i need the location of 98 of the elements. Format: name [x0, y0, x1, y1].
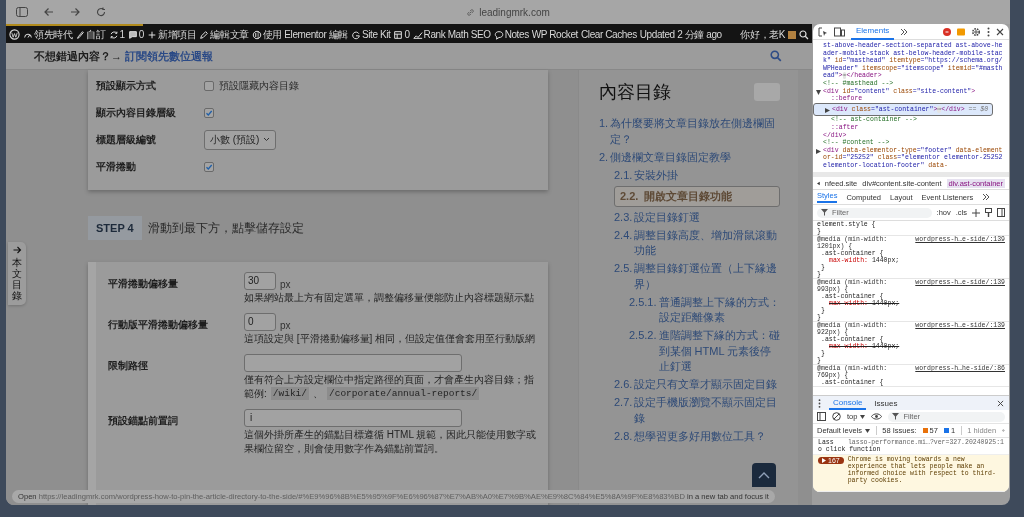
- sidebar-toggle-icon[interactable]: [997, 208, 1005, 217]
- disclosure-icon[interactable]: [816, 148, 821, 154]
- clear-icon[interactable]: [832, 412, 841, 421]
- setting-label: 標題層級編號: [96, 132, 157, 147]
- more-icon[interactable]: [987, 26, 990, 37]
- admin-bar-item[interactable]: 新增項目: [146, 27, 197, 42]
- option-label: 預設錨點前置詞: [108, 414, 179, 428]
- admin-bar-item[interactable]: 編輯文章: [199, 27, 249, 42]
- help-text: 如果網站最上方有固定選單，調整偏移量便能防止內容標題顯示點: [244, 291, 534, 304]
- back-to-top-button[interactable]: [752, 463, 776, 487]
- code-snippet: /wiki/: [270, 387, 309, 400]
- expand-triangle-icon: [822, 458, 826, 463]
- number-field[interactable]: 30: [244, 272, 276, 290]
- admin-bar-item[interactable]: Rank Math SEO: [412, 29, 491, 40]
- eye-icon[interactable]: [871, 413, 883, 420]
- error-icon[interactable]: [943, 27, 951, 36]
- caret-icon: [263, 137, 271, 142]
- admin-bar-item[interactable]: 領先時代: [23, 27, 73, 42]
- disclosure-icon[interactable]: [825, 108, 830, 114]
- more-icon[interactable]: [818, 398, 821, 408]
- checkbox-label: 預設隱藏內容目錄: [219, 78, 299, 93]
- help-text: 僅有符合上方設定欄位中指定路徑的頁面，才會產生內容目錄；指: [244, 373, 534, 386]
- sidebar-icon[interactable]: [817, 412, 826, 421]
- arc-icon: [350, 29, 361, 40]
- input-field[interactable]: [244, 354, 462, 372]
- setting-label: 平滑捲動: [96, 159, 137, 174]
- plus-icon[interactable]: [972, 208, 980, 217]
- help-text: 果欄位留空，則會使用數字作為錨點前置詞。: [244, 442, 444, 455]
- subscribe-prompt: 不想錯過內容？→ 訂閱領先數位週報: [34, 48, 214, 64]
- caret-icon: [865, 428, 871, 433]
- step-heading: 滑動到最下方，點擊儲存設定: [147, 219, 304, 237]
- back-icon[interactable]: [44, 7, 54, 17]
- plus-icon: [146, 29, 157, 40]
- drawer-tab[interactable]: Console: [829, 396, 867, 410]
- admin-bar-item[interactable]: WP Rocket: [531, 29, 578, 40]
- help-text: 範例:: [244, 387, 267, 400]
- circle-bars-icon: [251, 29, 262, 40]
- avatar-icon: [788, 30, 796, 39]
- speech-bubble-icon: [493, 29, 504, 40]
- option-label: 行動版平滑捲動偏移量: [108, 318, 209, 332]
- admin-bar-item[interactable]: 0: [127, 29, 144, 40]
- input-field[interactable]: i: [244, 409, 462, 427]
- admin-bar-item[interactable]: 0: [393, 29, 410, 40]
- step-badge: STEP 4: [88, 216, 142, 240]
- admin-bar-item[interactable]: Updated 2 分鐘 ago: [639, 27, 722, 42]
- drawer-tab[interactable]: Issues: [874, 398, 898, 408]
- number-field[interactable]: 0: [244, 313, 276, 331]
- filter-icon: [892, 413, 900, 420]
- inspect-icon[interactable]: [818, 26, 828, 37]
- device-icon[interactable]: [834, 26, 845, 37]
- address-bar[interactable]: leadingmrk.com: [466, 6, 550, 18]
- option-label: 平滑捲動偏移量: [108, 277, 179, 291]
- unit-label: px: [280, 279, 291, 290]
- disclosure-icon[interactable]: [816, 89, 821, 95]
- admin-bar-item[interactable]: 使用 Elementor 編輯: [251, 27, 348, 42]
- toc-title: 內容目錄: [599, 81, 671, 104]
- refresh-icon: [108, 29, 119, 40]
- admin-bar-item[interactable]: Clear Caches: [581, 29, 637, 40]
- admin-bar-item[interactable]: 1: [108, 29, 125, 40]
- setting-label: 預設顯示方式: [96, 78, 157, 93]
- help-text: 、: [313, 387, 323, 400]
- checkbox[interactable]: [204, 161, 214, 172]
- more-tabs-icon[interactable]: [900, 27, 909, 36]
- reload-icon[interactable]: [96, 7, 106, 17]
- paint-icon[interactable]: [985, 208, 992, 217]
- scroll-left-icon[interactable]: [817, 180, 820, 186]
- chart-icon: [412, 29, 423, 40]
- code-snippet: /corporate/annual-reports/: [327, 387, 480, 400]
- caret-icon: [860, 414, 866, 419]
- pencil-icon: [199, 29, 210, 40]
- option-label: 限制路徑: [108, 359, 149, 373]
- brush-icon: [75, 29, 86, 40]
- admin-bar-item[interactable]: 自訂: [75, 27, 106, 42]
- close-icon[interactable]: [996, 27, 1004, 36]
- logo-icon[interactable]: [9, 29, 20, 40]
- panel-tab[interactable]: Elements: [851, 24, 895, 40]
- chevron-up-icon: [758, 471, 770, 479]
- side-tab[interactable]: 本文目錄: [8, 242, 26, 305]
- close-icon[interactable]: [997, 399, 1004, 407]
- forward-icon[interactable]: [70, 7, 80, 17]
- select-field[interactable]: 小數 (預設): [204, 129, 277, 150]
- account-menu[interactable]: 你好，老K: [740, 27, 796, 42]
- help-text: 這項設定與 [平滑捲動偏移量] 相同，但設定值僅會套用至行動版網: [244, 332, 536, 345]
- checkbox[interactable]: [204, 80, 214, 91]
- more-tabs-icon[interactable]: [982, 193, 991, 201]
- arrow-right-icon: [12, 246, 22, 254]
- sidebar-icon[interactable]: [16, 7, 28, 17]
- help-text: 這個外掛所產生的錨點目標遵循 HTML 規範，因此只能使用數字或: [244, 428, 537, 441]
- checkbox[interactable]: [204, 107, 214, 118]
- link-icon: [466, 7, 476, 17]
- admin-bar-item[interactable]: Site Kit: [350, 29, 391, 40]
- filter-icon: [821, 209, 828, 216]
- comment-icon: [127, 29, 138, 40]
- unit-label: px: [280, 320, 291, 331]
- admin-bar-item[interactable]: Notes: [493, 29, 529, 40]
- panel-icon: [393, 29, 404, 40]
- setting-label: 顯示內容目錄層級: [96, 105, 177, 120]
- search-icon[interactable]: [799, 29, 809, 40]
